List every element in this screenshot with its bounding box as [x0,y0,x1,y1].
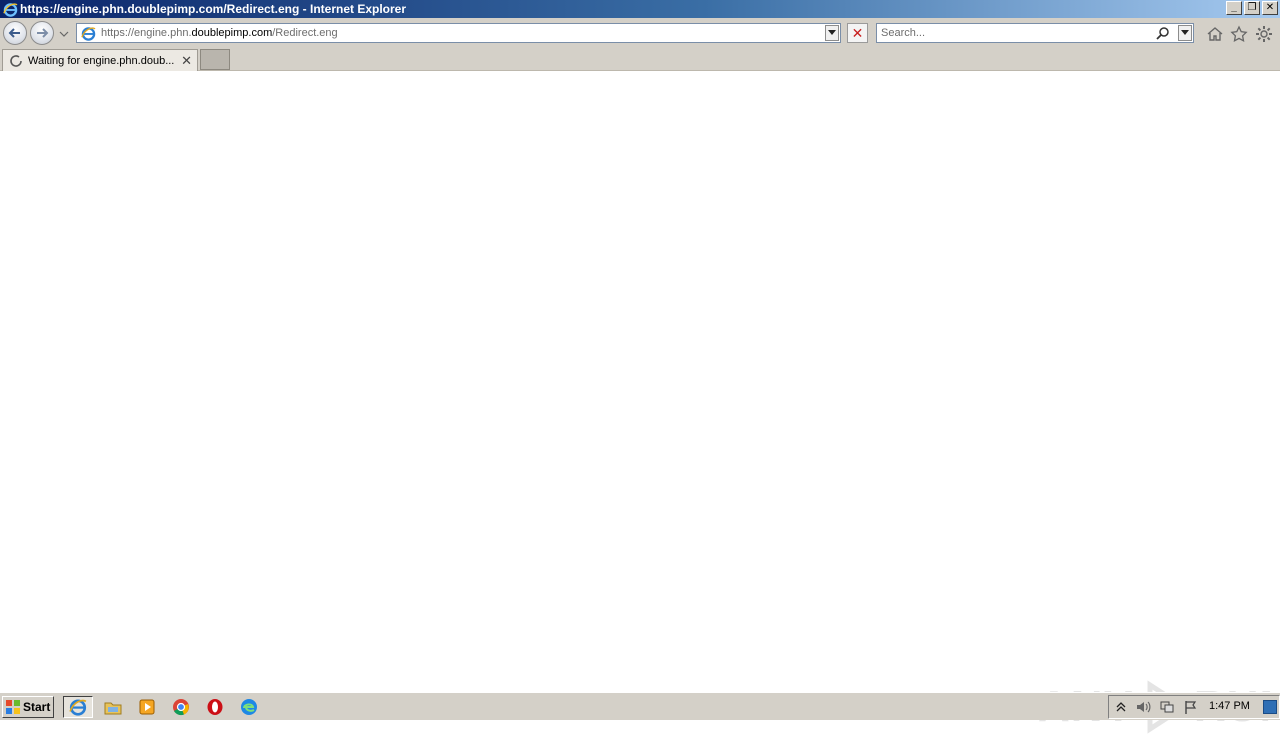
window-controls: _ ❐ ✕ [1226,1,1278,15]
navigation-bar: https://engine.phn.doublepimp.com/Redire… [0,18,1280,48]
triangle-down-icon [828,30,836,35]
tab-active[interactable]: Waiting for engine.phn.doub... ✕ [2,49,198,71]
tab-close-button[interactable]: ✕ [181,53,192,69]
taskbar-opera[interactable] [200,696,230,718]
taskbar: Start 1:47 PM [0,692,1280,720]
restore-button[interactable]: ❐ [1244,1,1260,15]
back-arrow-icon [8,28,20,38]
url-domain: doublepimp.com [191,27,273,39]
stop-button[interactable]: ✕ [847,23,868,43]
new-tab-button[interactable] [200,49,230,70]
back-button[interactable] [3,21,27,45]
media-player-icon [139,699,155,715]
forward-button[interactable] [30,21,54,45]
triangle-down-icon [1181,30,1189,35]
recent-pages-dropdown[interactable] [59,28,69,38]
taskbar-edge[interactable] [234,696,264,718]
chevron-down-icon [59,31,69,37]
show-hidden-icons-icon[interactable] [1113,699,1129,715]
url-suffix: /Redirect.eng [272,27,338,39]
folder-icon [104,702,122,715]
taskbar-internet-explorer[interactable] [63,696,93,718]
tab-title: Waiting for engine.phn.doub... [28,54,175,67]
address-dropdown-button[interactable] [825,25,839,41]
forward-arrow-icon [37,28,49,38]
show-desktop-button[interactable] [1263,700,1277,714]
ie-logo-icon [69,699,87,716]
favorites-star-icon[interactable] [1230,25,1248,43]
taskbar-media-player[interactable] [132,696,162,718]
address-bar[interactable]: https://engine.phn.doublepimp.com/Redire… [76,23,841,43]
start-label: Start [23,700,51,714]
gear-icon[interactable] [1255,25,1273,43]
chrome-icon [173,699,189,716]
title-bar[interactable]: https://engine.phn.doublepimp.com/Redire… [0,0,1280,18]
url-prefix: https://engine.phn. [101,27,192,39]
volume-icon[interactable] [1135,699,1151,715]
window-title: https://engine.phn.doublepimp.com/Redire… [20,2,407,16]
action-center-flag-icon[interactable] [1183,699,1199,715]
windows-logo-icon [6,700,20,714]
search-input[interactable] [881,27,1151,39]
taskbar-chrome[interactable] [166,696,196,718]
taskbar-file-explorer[interactable] [98,696,128,718]
search-dropdown-button[interactable] [1178,25,1192,41]
ie-logo-icon [2,1,18,17]
home-icon[interactable] [1206,25,1224,43]
taskbar-clock[interactable]: 1:47 PM [1209,700,1250,712]
page-content: ANY RUN [0,71,1280,734]
close-window-button[interactable]: ✕ [1262,1,1278,15]
ie-page-icon [79,24,97,42]
network-icon[interactable] [1159,699,1175,715]
loading-spinner-icon [9,54,23,68]
address-url[interactable]: https://engine.phn.doublepimp.com/Redire… [101,27,338,39]
search-icon[interactable] [1155,26,1171,42]
edge-icon [241,699,257,715]
search-box[interactable] [876,23,1194,43]
tab-row: Waiting for engine.phn.doub... ✕ [0,48,1280,71]
start-button[interactable]: Start [2,696,54,718]
system-tray: 1:47 PM [1108,695,1280,719]
minimize-button[interactable]: _ [1226,1,1242,15]
opera-icon [207,699,223,715]
